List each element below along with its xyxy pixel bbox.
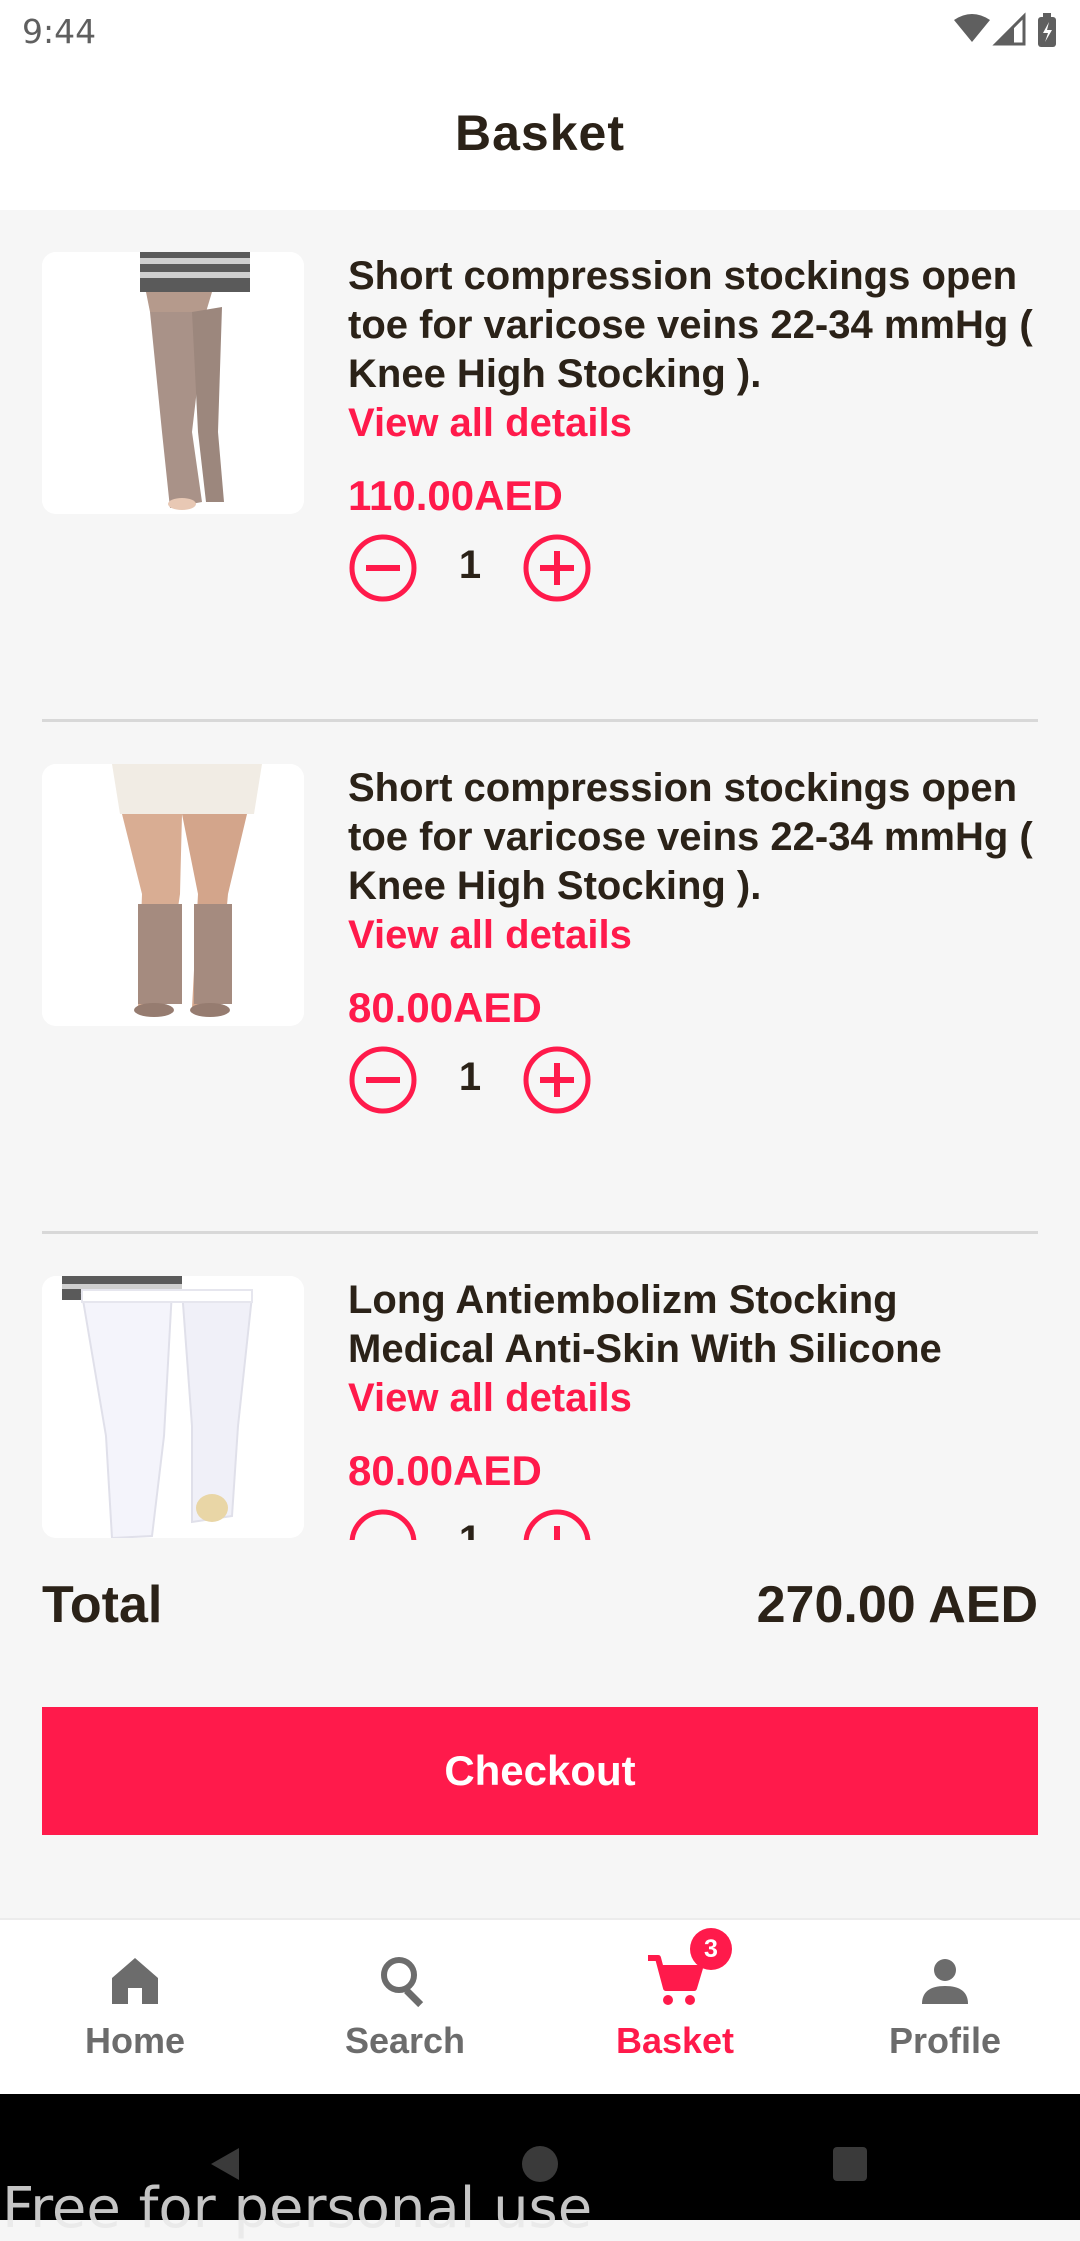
view-details-link[interactable]: View all details [348, 911, 1038, 960]
basket-item: Short compression stockings open toe for… [42, 210, 1038, 722]
quantity-value: 1 [458, 543, 482, 587]
plus-circle-icon [523, 534, 591, 602]
basket-item: Long Antiembolizm Stocking Medical Anti-… [42, 1234, 1038, 1540]
product-info: Short compression stockings open toe for… [348, 764, 1038, 1117]
nav-label-profile: Profile [888, 2020, 1002, 2061]
basket-count-badge: 3 [690, 1928, 732, 1970]
basket-item: Short compression stockings open toe for… [42, 722, 1038, 1234]
minus-circle-icon [349, 534, 417, 602]
nav-item-basket[interactable]: Basket [540, 1920, 810, 2096]
product-title: Long Antiembolizm Stocking Medical Anti-… [348, 1278, 942, 1371]
home-icon [0, 1952, 270, 2012]
minus-circle-icon [349, 1046, 417, 1114]
view-details-link[interactable]: View all details [348, 399, 1038, 448]
total-label: Total [42, 1576, 163, 1634]
increase-quantity-button[interactable] [522, 533, 592, 603]
nav-label-search: Search [344, 2020, 466, 2061]
plus-circle-icon [523, 1509, 591, 1540]
view-details-link[interactable]: View all details [348, 1374, 1038, 1423]
minus-circle-icon [349, 1509, 417, 1540]
cell-signal-icon [992, 12, 1026, 46]
decrease-quantity-button[interactable] [348, 1508, 418, 1540]
battery-icon [1038, 13, 1056, 47]
product-price: 80.00AED [348, 1447, 542, 1494]
quantity-stepper: 1 [348, 529, 1038, 605]
product-title: Short compression stockings open toe for… [348, 254, 1033, 396]
status-icons [952, 12, 1062, 52]
status-time: 9:44 [22, 12, 97, 51]
status-bar: 9:44 [0, 0, 1080, 66]
decrease-quantity-button[interactable] [348, 533, 418, 603]
quantity-value: 1 [458, 1055, 482, 1099]
page-title: Basket [455, 105, 625, 161]
increase-quantity-button[interactable] [522, 1045, 592, 1115]
product-title: Short compression stockings open toe for… [348, 766, 1033, 908]
quantity-value: 1 [458, 1518, 482, 1540]
product-image[interactable] [42, 252, 304, 514]
watermark-text: Free for personal use [2, 2176, 593, 2241]
decrease-quantity-button[interactable] [348, 1045, 418, 1115]
product-price: 80.00AED [348, 984, 542, 1031]
product-info: Short compression stockings open toe for… [348, 252, 1038, 605]
wifi-icon [954, 14, 990, 42]
bottom-nav: Home Search Basket Profile [0, 1918, 1080, 2096]
quantity-stepper: 1 [348, 1041, 1038, 1117]
recents-icon[interactable] [830, 2144, 870, 2189]
quantity-stepper: 1 [348, 1504, 1038, 1540]
nav-item-home[interactable]: Home [0, 1920, 270, 2096]
product-price: 110.00AED [348, 472, 563, 519]
nav-label-basket: Basket [615, 2020, 735, 2061]
checkout-button[interactable]: Checkout [42, 1707, 1038, 1835]
plus-circle-icon [523, 1046, 591, 1114]
nav-item-profile[interactable]: Profile [810, 1920, 1080, 2096]
search-icon [270, 1952, 540, 2012]
total-row: Total 270.00 AED [42, 1575, 1038, 1645]
product-image[interactable] [42, 1276, 304, 1538]
product-image[interactable] [42, 764, 304, 1026]
cart-icon [540, 1952, 810, 2012]
product-info: Long Antiembolizm Stocking Medical Anti-… [348, 1276, 1038, 1540]
app-header: Basket [0, 66, 1080, 210]
nav-label-home: Home [84, 2020, 186, 2061]
person-icon [810, 1952, 1080, 2012]
total-value: 270.00 AED [756, 1576, 1038, 1634]
nav-item-search[interactable]: Search [270, 1920, 540, 2096]
basket-list[interactable]: Short compression stockings open toe for… [0, 210, 1080, 1540]
increase-quantity-button[interactable] [522, 1508, 592, 1540]
